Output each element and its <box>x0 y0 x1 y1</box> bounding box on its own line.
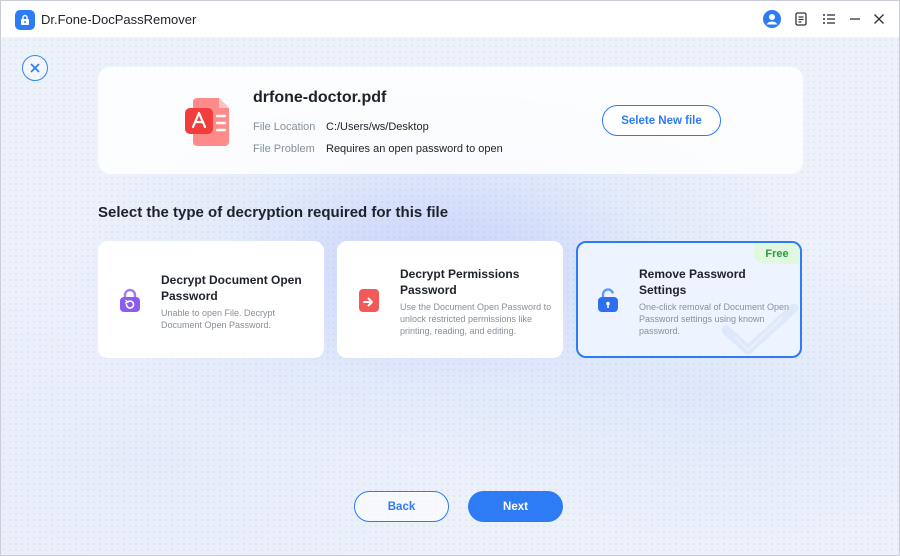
free-badge: Free <box>754 243 800 264</box>
file-location-row: File Location C:/Users/ws/Desktop <box>253 121 429 133</box>
option-title: Remove Password Settings <box>639 267 746 297</box>
option-decrypt-permissions-password[interactable]: Decrypt Permissions Password Use the Doc… <box>337 241 563 358</box>
option-remove-password-settings[interactable]: Free Remove Password Settings One-click … <box>576 241 802 358</box>
section-title: Select the type of decryption required f… <box>98 204 449 221</box>
exit-button[interactable] <box>22 55 48 81</box>
main-content: drfone-doctor.pdf File Location C:/Users/… <box>1 37 899 555</box>
minimize-icon[interactable] <box>845 9 865 29</box>
file-problem-row: File Problem Requires an open password to… <box>253 143 503 155</box>
title-bar: Dr.Fone-DocPassRemover <box>1 1 899 37</box>
close-x-icon <box>30 63 40 73</box>
pdf-file-icon <box>185 94 233 150</box>
red-unlock-file-icon <box>356 287 382 313</box>
back-button[interactable]: Back <box>354 491 449 522</box>
option-decrypt-open-password[interactable]: Decrypt Document Open Password Unable to… <box>98 241 324 358</box>
option-description: Use the Document Open Password to unlock… <box>400 302 552 336</box>
file-location-value: C:/Users/ws/Desktop <box>326 121 429 133</box>
user-icon[interactable] <box>762 9 782 29</box>
app-logo-icon <box>15 10 35 30</box>
close-icon[interactable] <box>869 9 889 29</box>
option-description: Unable to open File. Decrypt Document Op… <box>161 308 276 330</box>
app-window: Dr.Fone-DocPassRemover drfone-doctor.pdf… <box>0 0 900 556</box>
purple-lock-icon <box>117 287 143 313</box>
window-title: Dr.Fone-DocPassRemover <box>41 12 197 27</box>
blue-unlock-icon <box>595 287 621 313</box>
option-title: Decrypt Permissions Password <box>400 267 520 297</box>
select-new-file-button[interactable]: Selete New file <box>602 105 721 136</box>
file-name: drfone-doctor.pdf <box>253 89 387 106</box>
file-info-card: drfone-doctor.pdf File Location C:/Users/… <box>98 67 803 174</box>
option-title: Decrypt Document Open Password <box>161 273 302 303</box>
file-problem-value: Requires an open password to open <box>326 143 503 155</box>
notes-icon[interactable] <box>791 9 811 29</box>
file-problem-label: File Problem <box>253 143 315 155</box>
menu-icon[interactable] <box>819 9 839 29</box>
next-button[interactable]: Next <box>468 491 563 522</box>
file-location-label: File Location <box>253 121 316 133</box>
option-description: One-click removal of Document Open Passw… <box>639 302 790 336</box>
